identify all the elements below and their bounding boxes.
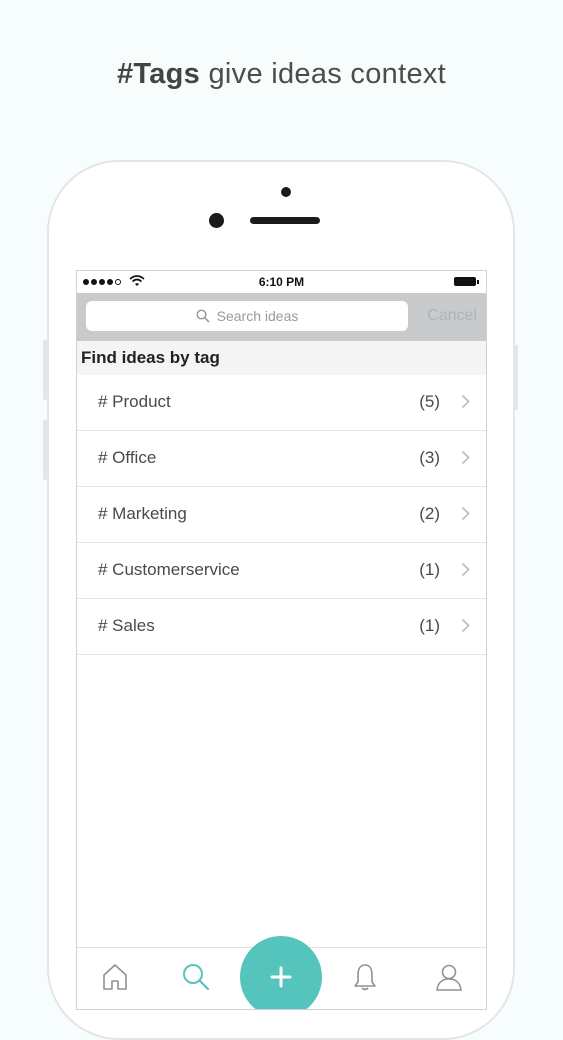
power-button	[514, 345, 518, 410]
headline-rest: give ideas context	[200, 58, 447, 90]
tag-count: (5)	[419, 392, 440, 411]
chevron-right-icon	[461, 450, 470, 465]
tag-row-sales[interactable]: # Sales (1)	[77, 599, 486, 655]
tag-row-office[interactable]: # Office (3)	[77, 431, 486, 487]
tag-label: # Product	[98, 392, 171, 411]
add-idea-button[interactable]	[240, 936, 322, 1009]
headline-bold: #Tags	[116, 58, 201, 90]
tag-label: # Marketing	[98, 504, 187, 523]
tag-count: (2)	[419, 504, 440, 523]
cancel-button[interactable]: Cancel	[427, 307, 477, 325]
tag-count: (1)	[419, 560, 440, 579]
search-field-icon	[196, 309, 210, 323]
plus-icon	[270, 966, 292, 988]
section-title: Find ideas by tag	[77, 341, 486, 375]
search-input[interactable]: Search ideas	[86, 301, 408, 331]
phone-screen: 6:10 PM Search ideas Cancel Find ideas b…	[76, 270, 487, 1010]
tag-label: # Office	[98, 448, 157, 467]
search-bar: Search ideas Cancel	[77, 293, 486, 341]
status-bar: 6:10 PM	[77, 271, 486, 293]
home-icon[interactable]	[101, 962, 129, 992]
tag-list: # Product (5) # Office (3) # Marketing (…	[77, 375, 486, 655]
earpiece-speaker	[250, 217, 320, 224]
tag-row-product[interactable]: # Product (5)	[77, 375, 486, 431]
chevron-right-icon	[461, 618, 470, 633]
volume-down-button	[43, 420, 47, 480]
chevron-right-icon	[461, 394, 470, 409]
tag-count: (1)	[419, 616, 440, 635]
battery-icon	[454, 277, 479, 286]
volume-up-button	[43, 340, 47, 400]
tag-row-marketing[interactable]: # Marketing (2)	[77, 487, 486, 543]
search-icon[interactable]	[181, 962, 211, 992]
search-placeholder: Search ideas	[216, 308, 299, 324]
bell-icon[interactable]	[351, 962, 379, 992]
tag-row-customerservice[interactable]: # Customerservice (1)	[77, 543, 486, 599]
headline: #Tags give ideas context	[0, 58, 563, 91]
chevron-right-icon	[461, 506, 470, 521]
tag-label: # Customerservice	[98, 560, 240, 579]
profile-icon[interactable]	[434, 962, 464, 992]
chevron-right-icon	[461, 562, 470, 577]
tag-count: (3)	[419, 448, 440, 467]
tab-bar	[77, 936, 486, 1009]
proximity-sensor	[209, 213, 224, 228]
status-time: 6:10 PM	[258, 275, 305, 289]
tag-label: # Sales	[98, 616, 155, 635]
front-camera	[281, 187, 291, 197]
